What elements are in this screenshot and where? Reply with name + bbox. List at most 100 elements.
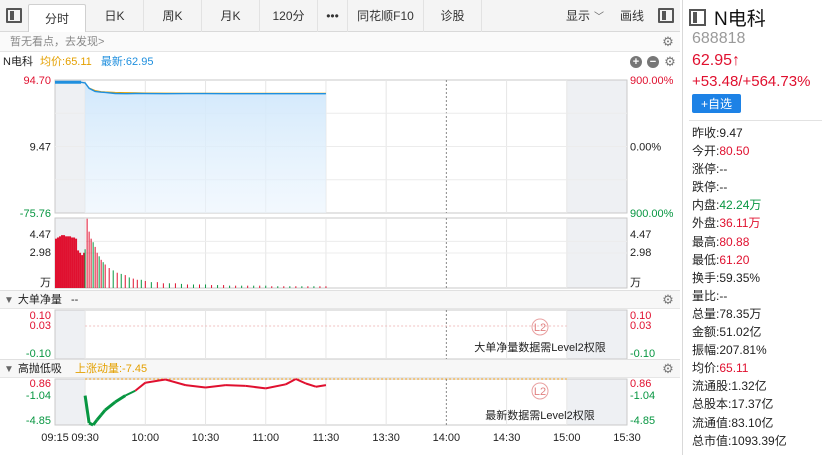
volume-bar (63, 235, 66, 288)
quote-row: 换手:59.35% (689, 269, 822, 287)
add-watchlist-button[interactable]: +自选 (692, 94, 742, 113)
momentum-segment (245, 384, 266, 390)
quote-row-value: -- (719, 180, 728, 195)
quote-row-label: 流通股: (692, 379, 732, 394)
level2-badge-label: L2 (534, 386, 546, 398)
sub2-tick-left: 0.86 (30, 378, 51, 390)
collapse-caret-icon[interactable]: ▼ (4, 364, 14, 375)
last-price-label: 最新:62.95 (100, 56, 154, 68)
big-order-title[interactable]: 大单净量 (18, 294, 62, 306)
quote-panel: N电科 688818 62.95↑ +53.48/+564.73% +自选 昨收… (682, 0, 822, 455)
quote-row: 流通值:83.10亿 (689, 414, 822, 432)
momentum-segment (145, 378, 166, 384)
zoom-in-icon[interactable]: + (630, 56, 642, 68)
tab-intraday[interactable]: 分时 (28, 3, 86, 32)
quote-row-label: 最高: (692, 234, 720, 249)
tab-weekly-k[interactable]: 周K (144, 0, 202, 32)
quote-stock-name: N电科 (714, 8, 766, 30)
price-tick-left: 9.47 (30, 142, 51, 154)
quote-row-label: 量比: (692, 288, 720, 303)
gear-icon[interactable]: ⚙ (662, 293, 674, 306)
momentum-segment (265, 383, 287, 390)
quote-row: 今开:80.50 (689, 142, 822, 160)
volume-tick-left: 4.47 (30, 229, 51, 241)
toolbar-right: 显示 ﹀ 画线 (558, 0, 680, 32)
quote-row-label: 流通值: (692, 415, 732, 430)
quote-row-value: 59.35% (719, 270, 761, 285)
display-menu-button[interactable]: 显示 ﹀ (558, 0, 612, 32)
notice-text[interactable]: 暂无看点，去发现> (10, 36, 104, 48)
sub2-tick-left: -1.04 (26, 390, 51, 402)
big-order-panel-header: ▼ 大单净量 -- ⚙ (0, 290, 680, 309)
big-order-value: -- (70, 294, 79, 306)
time-tick-label: 10:30 (192, 432, 220, 444)
price-tick-left: 94.70 (23, 75, 51, 87)
volume-bar (69, 236, 72, 288)
gear-icon[interactable]: ⚙ (664, 55, 676, 68)
sub2-tick-left: -4.85 (26, 415, 51, 427)
quote-row: 总股本:17.37亿 (689, 395, 822, 413)
quote-row-value: 1.32亿 (731, 379, 767, 394)
volume-tick-right: 万 (630, 277, 641, 289)
quote-row-label: 最低: (692, 252, 720, 267)
notice-bar[interactable]: 暂无看点，去发现> ⚙ (0, 32, 680, 52)
auction-shade-sub1 (55, 310, 86, 359)
momentum-segment (185, 384, 206, 389)
quote-row-value: 65.11 (719, 361, 749, 376)
momentum-title[interactable]: 高抛低吸 (18, 363, 62, 375)
quote-row: 外盘:36.11万 (689, 214, 822, 232)
quote-row-label: 总市值: (692, 433, 732, 448)
collapse-caret-icon[interactable]: ▼ (4, 295, 14, 306)
price-area (85, 82, 326, 214)
quote-row-label: 总量: (692, 306, 720, 321)
quote-row-value: -- (719, 162, 728, 177)
quote-row: 流通股:1.32亿 (689, 377, 822, 395)
volume-bar (65, 236, 68, 288)
quote-row-label: 振幅: (692, 343, 720, 358)
level2-message: 大单净量数据需Level2权限 (474, 340, 605, 354)
volume-bar (73, 237, 76, 288)
draw-line-button[interactable]: 画线 (612, 0, 652, 32)
volume-bar (59, 236, 62, 288)
time-tick-label: 10:00 (132, 432, 160, 444)
window-icon[interactable] (689, 8, 706, 26)
volume-bar (57, 237, 60, 288)
sub2-tick-right: -1.04 (630, 390, 655, 402)
sidebar-toggle-icon[interactable] (0, 0, 28, 32)
quote-row: 总市值:1093.39亿 (689, 432, 822, 450)
tab-monthly-k[interactable]: 月K (202, 0, 260, 32)
tab-f10[interactable]: 同花顺F10 (348, 0, 424, 32)
panel-toggle-icon[interactable] (652, 0, 680, 32)
quote-title: N电科 (689, 6, 822, 30)
momentum-segment (114, 394, 127, 404)
quote-row-value: 17.37亿 (731, 397, 774, 412)
current-price: 62.95↑ (692, 52, 741, 69)
sub2-tick-right: -4.85 (630, 415, 655, 427)
tab-diagnosis[interactable]: 诊股 (424, 0, 482, 32)
quote-row: 跌停:-- (689, 178, 822, 196)
momentum-segment (83, 395, 91, 424)
zoom-out-icon[interactable]: − (647, 56, 659, 68)
quote-row-value: 9.47 (719, 126, 743, 140)
tab-120min[interactable]: 120分 (260, 0, 318, 32)
momentum-panel-header: ▼ 高抛低吸 上涨动量:-7.45 ⚙ (0, 359, 680, 378)
momentum-segment (100, 409, 107, 416)
momentum-segment (165, 378, 186, 387)
volume-tick-right: 4.47 (630, 229, 651, 241)
price-tick-right: 900.00% (630, 208, 674, 220)
time-tick-label: 09:30 (71, 432, 99, 444)
price-change: +53.48/+564.73% (692, 73, 811, 90)
intraday-chart[interactable]: 94.70 9.47 -75.76 900.00% 0.00% 900.00% 4.47 4.… (0, 72, 680, 455)
quote-row: 总量:78.35万 (689, 305, 822, 323)
sub1-tick-left: 0.03 (30, 320, 51, 332)
gear-icon[interactable]: ⚙ (662, 362, 674, 375)
volume-tick-left: 2.98 (30, 247, 51, 259)
level2-message: 最新数据需Level2权限 (485, 408, 594, 422)
tab-daily-k[interactable]: 日K (86, 0, 144, 32)
price-tick-left: -75.76 (20, 208, 51, 220)
gear-icon[interactable]: ⚙ (662, 35, 674, 48)
quote-row-label: 今开: (692, 144, 720, 159)
quote-row: 振幅:207.81% (689, 341, 822, 359)
quote-row-label: 涨停: (692, 162, 720, 177)
more-periods-icon[interactable]: ••• (318, 0, 348, 32)
